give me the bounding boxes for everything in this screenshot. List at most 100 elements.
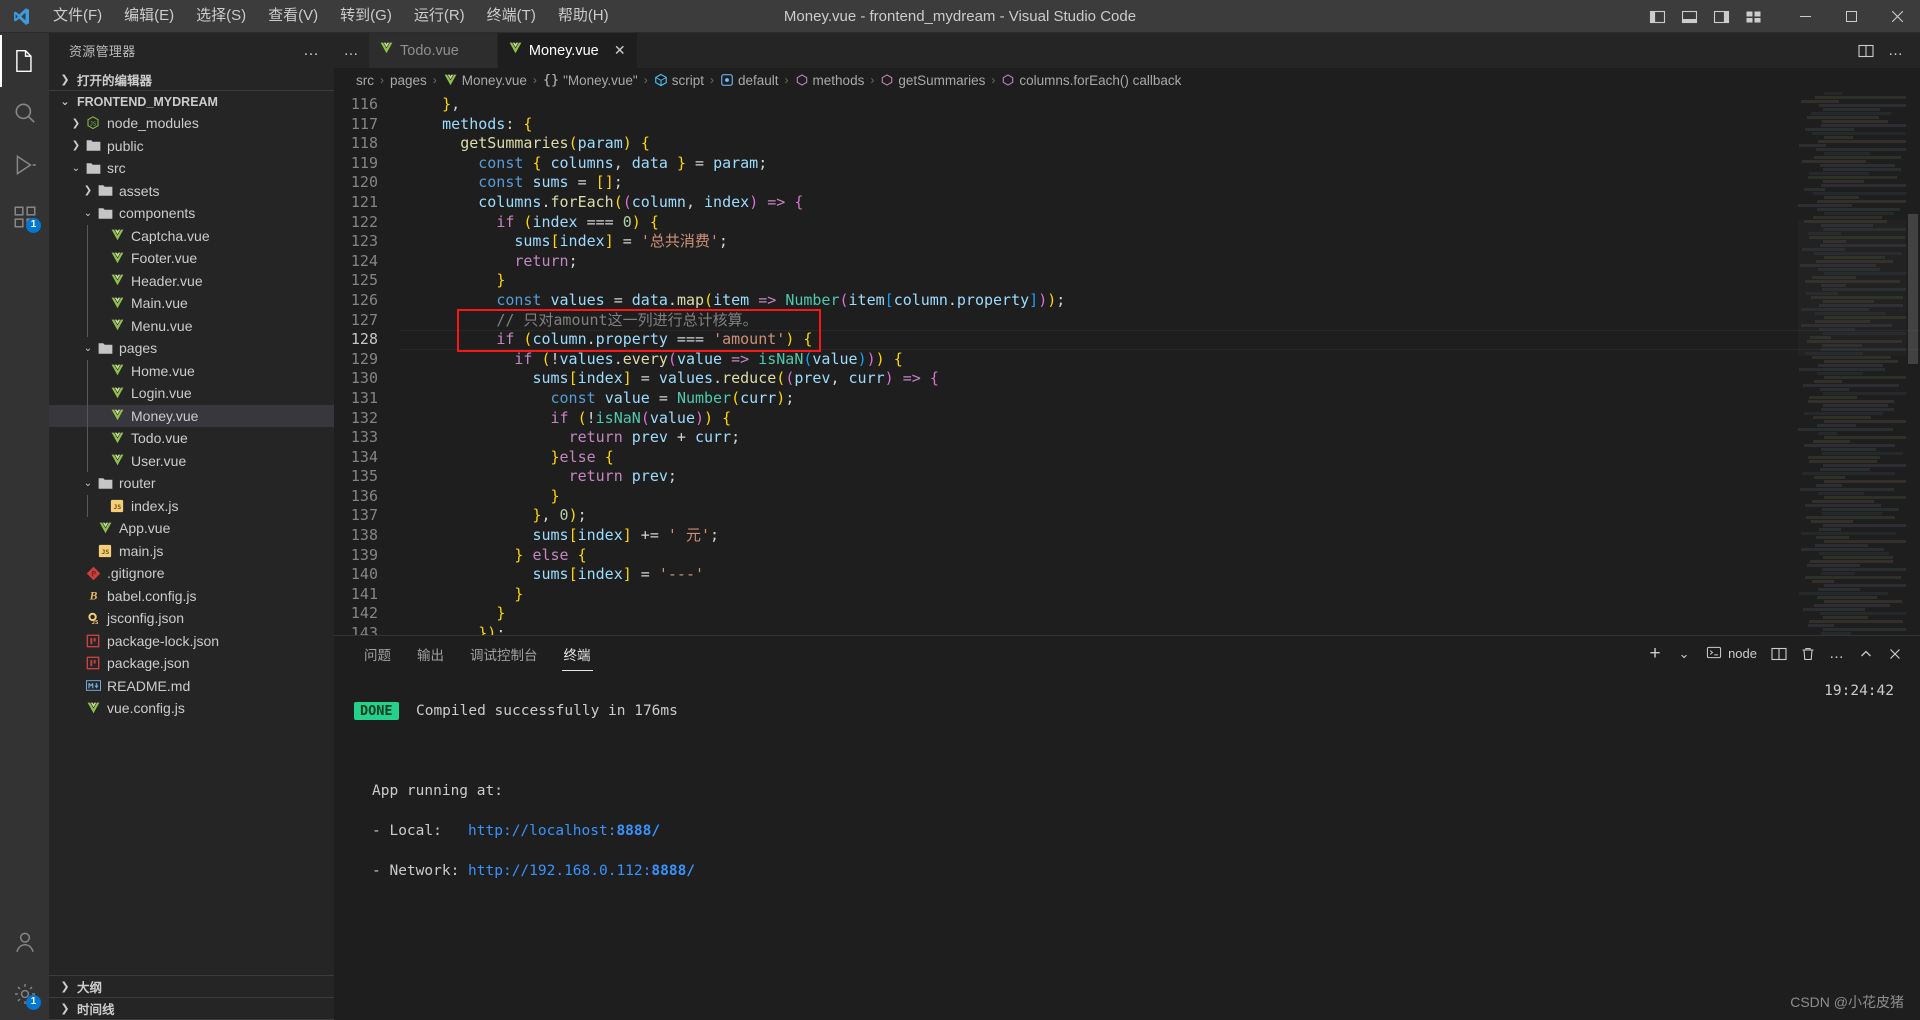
code-editor[interactable]: 116 117 118 119 120 121 122 123 124 125 126 127 128 1… [334,92,1920,635]
outline-section[interactable]: ❯ 大纲 [49,976,334,998]
tab-todo-vue[interactable]: Todo.vue ✕ [369,33,498,68]
code-line[interactable]: if (index === 0) { [400,213,1920,233]
menu-selection[interactable]: 选择(S) [185,3,257,29]
toggle-secondary-sidebar-icon[interactable] [1706,4,1736,30]
breadcrumb-item-methods[interactable]: methods [793,73,867,88]
tree-file-index-js[interactable]: JS index.js [49,494,334,517]
tree-file-readme-md[interactable]: README.md [49,675,334,698]
terminal-shell-selector[interactable]: node [1700,645,1763,663]
toggle-primary-sidebar-icon[interactable] [1642,4,1672,30]
close-panel-icon[interactable] [1882,641,1908,667]
tree-file-user-vue[interactable]: User.vue [49,449,334,472]
local-url[interactable]: http://localhost: [468,823,616,839]
activity-extensions-button[interactable]: 1 [0,191,49,243]
code-line[interactable]: } [400,604,1920,624]
breadcrumb-item-default[interactable]: default [718,73,781,88]
code-line[interactable]: const value = Number(curr); [400,389,1920,409]
window-maximize-button[interactable] [1828,0,1874,33]
code-line[interactable]: const values = data.map(item => Number(i… [400,291,1920,311]
kill-terminal-trash-icon[interactable] [1795,641,1821,667]
local-port[interactable]: 8888/ [616,823,660,839]
menu-view[interactable]: 查看(V) [257,3,329,29]
tree-file-gitignore[interactable]: .gitignore [49,562,334,585]
panel-tab-debug-console[interactable]: 调试控制台 [460,636,548,671]
code-line[interactable]: return; [400,252,1920,272]
code-line[interactable]: } [400,271,1920,291]
breadcrumb-item-pages[interactable]: pages [388,73,429,88]
tree-file-package-json[interactable]: package.json [49,652,334,675]
terminal-output[interactable]: DONE Compiled successfully in 176ms App … [334,671,1920,1020]
code-line[interactable]: }, 0); [400,506,1920,526]
network-url[interactable]: http://192.168.0.112: [468,863,651,879]
tree-file-menu-vue[interactable]: Menu.vue [49,314,334,337]
sidebar-more-actions-icon[interactable]: … [297,42,326,60]
breadcrumb-item-src[interactable]: src [354,73,376,88]
activity-run-debug-button[interactable] [0,139,49,191]
editor-vertical-scrollbar[interactable] [1908,214,1918,364]
code-line[interactable]: // 只对amount这一列进行总计核算。 [400,311,1920,331]
tab-money-vue[interactable]: Money.vue ✕ [497,33,638,68]
tree-folder-node-modules[interactable]: ❯ JS node_modules [49,112,334,135]
terminal-dropdown-icon[interactable]: ⌄ [1671,641,1697,667]
code-line[interactable]: } [400,487,1920,507]
code-line[interactable]: methods: { [400,115,1920,135]
menu-file[interactable]: 文件(F) [42,3,113,29]
tab-close-icon[interactable]: ✕ [613,42,627,59]
code-line[interactable]: return prev; [400,467,1920,487]
tree-folder-components[interactable]: ⌄ components [49,202,334,225]
maximize-panel-icon[interactable] [1853,641,1879,667]
editor-more-actions-icon[interactable]: … [1882,37,1910,65]
tree-folder-public[interactable]: ❯ public [49,135,334,158]
split-editor-icon[interactable] [1852,37,1880,65]
tree-file-app-vue[interactable]: App.vue [49,517,334,540]
window-close-button[interactable] [1874,0,1920,33]
menu-edit[interactable]: 编辑(E) [113,3,185,29]
tree-file-todo-vue[interactable]: Todo.vue [49,427,334,450]
panel-more-actions-icon[interactable]: … [1824,641,1850,667]
code-line[interactable]: }); [400,624,1920,635]
code-line[interactable]: columns.forEach((column, index) => { [400,193,1920,213]
panel-tab-output[interactable]: 输出 [407,636,454,671]
tree-file-home-vue[interactable]: Home.vue [49,359,334,382]
menu-help[interactable]: 帮助(H) [547,3,620,29]
tree-file-login-vue[interactable]: Login.vue [49,382,334,405]
tree-file-package-lock-json[interactable]: package-lock.json [49,630,334,653]
open-editors-section[interactable]: ❯ 打开的编辑器 [49,68,334,90]
code-line[interactable]: if (!values.every(value => isNaN(value))… [400,350,1920,370]
breadcrumb-item-money-vue[interactable]: {} "Money.vue" [541,72,640,88]
tree-file-jsconfig-json[interactable]: JS jsconfig.json [49,607,334,630]
tree-file-header-vue[interactable]: Header.vue [49,269,334,292]
code-line[interactable]: const sums = []; [400,173,1920,193]
timeline-section[interactable]: ❯ 时间线 [49,998,334,1020]
customize-layout-icon[interactable] [1738,4,1768,30]
tree-file-money-vue[interactable]: Money.vue [49,404,334,427]
code-line[interactable]: sums[index] = values.reduce((prev, curr)… [400,369,1920,389]
code-line[interactable]: return prev + curr; [400,428,1920,448]
code-line[interactable]: const { columns, data } = param; [400,154,1920,174]
tree-file-main-js[interactable]: JS main.js [49,540,334,563]
tree-file-main-vue[interactable]: Main.vue [49,292,334,315]
code-line[interactable]: }, [400,95,1920,115]
activity-accounts-button[interactable] [0,916,49,968]
activity-search-button[interactable] [0,87,49,139]
menu-go[interactable]: 转到(G) [329,3,403,29]
project-root-section[interactable]: ⌄ FRONTEND_MYDREAM [49,90,334,112]
panel-tab-terminal[interactable]: 终端 [554,636,601,671]
activity-explorer-button[interactable] [0,35,49,87]
breadcrumb-item-script[interactable]: script [652,73,706,88]
tree-file-babel-config-js[interactable]: Bbabel.config.js [49,585,334,608]
menu-terminal[interactable]: 终端(T) [476,3,547,29]
toggle-panel-icon[interactable] [1674,4,1704,30]
code-line[interactable]: sums[index] = '---' [400,565,1920,585]
code-line[interactable]: sums[index] += ' 元'; [400,526,1920,546]
code-line[interactable]: } [400,585,1920,605]
breadcrumb-item-money-vue[interactable]: Money.vue [441,73,529,88]
breadcrumb-item-columns-foreach-callback[interactable]: columns.forEach() callback [999,73,1183,88]
tabs-more-icon[interactable]: … [334,33,369,68]
code-line[interactable]: if (!isNaN(value)) { [400,409,1920,429]
tree-folder-src[interactable]: ⌄ src [49,157,334,180]
tree-file-vue-config-js[interactable]: vue.config.js [49,697,334,720]
tree-file-captcha-vue[interactable]: Captcha.vue [49,224,334,247]
panel-tab-problems[interactable]: 问题 [354,636,401,671]
tree-folder-assets[interactable]: ❯ assets [49,180,334,203]
